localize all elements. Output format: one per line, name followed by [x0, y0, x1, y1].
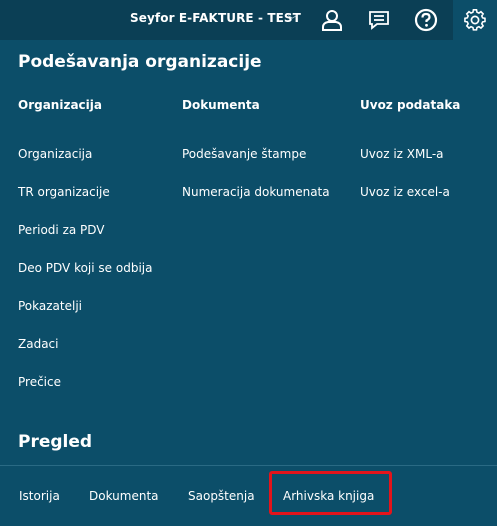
link-istorija[interactable]: Istorija [19, 489, 60, 503]
settings-button[interactable] [453, 0, 497, 40]
page-title: Podešavanja organizacije [18, 52, 262, 72]
user-icon[interactable] [319, 8, 345, 32]
link-organizacija[interactable]: Organizacija [18, 147, 92, 161]
link-periodi-za-pdv[interactable]: Periodi za PDV [18, 223, 105, 237]
messages-icon[interactable] [366, 8, 392, 32]
link-pokazatelji[interactable]: Pokazatelji [18, 299, 82, 313]
help-icon[interactable] [413, 8, 439, 32]
link-tr-organizacije[interactable]: TR organizacije [18, 185, 110, 199]
link-podesavanje-stampe[interactable]: Podešavanje štampe [182, 147, 306, 161]
organization-selector[interactable]: Seyfor E-FAKTURE - TEST [130, 11, 301, 25]
link-zadaci[interactable]: Zadaci [18, 337, 58, 351]
column-header-uvoz-podataka: Uvoz podataka [360, 98, 461, 112]
link-dokumenta[interactable]: Dokumenta [89, 489, 159, 503]
gear-icon [464, 9, 486, 31]
top-bar: Seyfor E-FAKTURE - TEST ﹀ [0, 0, 497, 40]
column-header-dokumenta: Dokumenta [182, 98, 260, 112]
link-numeracija-dokumenata[interactable]: Numeracija dokumenata [182, 185, 330, 199]
link-uvoz-iz-excel[interactable]: Uvoz iz excel-a [360, 185, 450, 199]
column-header-organizacija: Organizacija [18, 98, 102, 112]
chevron-down-icon[interactable]: ﹀ [288, 13, 297, 26]
section-title-pregled: Pregled [18, 432, 93, 452]
link-uvoz-iz-xml[interactable]: Uvoz iz XML-a [360, 147, 444, 161]
link-saopstenja[interactable]: Saopštenja [188, 489, 255, 503]
link-deo-pdv[interactable]: Deo PDV koji se odbija [18, 261, 152, 275]
highlight-box [269, 471, 392, 515]
divider [0, 465, 497, 466]
link-precice[interactable]: Prečice [18, 375, 61, 389]
